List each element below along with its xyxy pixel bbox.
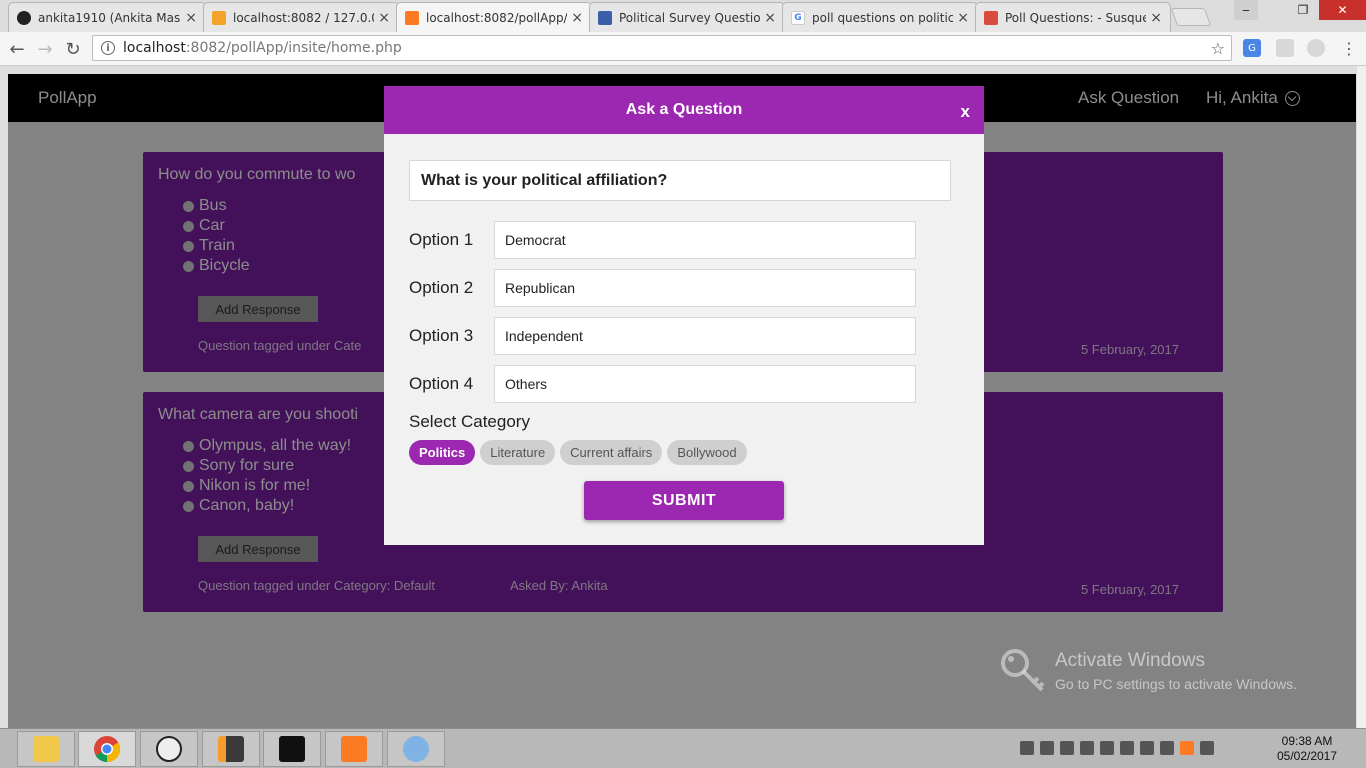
tray-icon[interactable] [1100, 741, 1114, 755]
window-close-icon[interactable]: ✕ [1319, 0, 1366, 20]
tray-icon[interactable] [1080, 741, 1094, 755]
sublime-text-icon [218, 736, 244, 762]
tab-close-icon[interactable]: × [185, 10, 197, 26]
category-chips: Politics Literature Current affairs Boll… [409, 440, 747, 465]
close-icon[interactable]: x [961, 102, 970, 122]
browser-tab-survey[interactable]: Political Survey Question × [589, 2, 785, 32]
info-icon[interactable]: i [101, 41, 115, 55]
modal-header: Ask a Question x [384, 86, 984, 134]
phpmyadmin-icon [212, 10, 226, 25]
tab-close-icon[interactable]: × [764, 10, 776, 26]
option-row: Option 2 [409, 269, 919, 307]
page-scrollbar[interactable] [1356, 66, 1366, 728]
option-label: Option 4 [409, 374, 474, 393]
browser-tab-pollapp[interactable]: localhost:8082/pollApp/i × [396, 2, 592, 32]
github-icon [17, 10, 31, 25]
restore-icon[interactable]: ❐ [1291, 0, 1315, 20]
key-icon [1001, 649, 1045, 692]
option-row: Option 3 [409, 317, 919, 355]
tray-icon[interactable] [1020, 741, 1034, 755]
option-label: Option 1 [409, 230, 474, 249]
taskbar-paint[interactable] [387, 731, 445, 767]
taskbar-xampp[interactable] [325, 731, 383, 767]
option-3-input[interactable] [494, 317, 916, 355]
question-input[interactable] [409, 160, 951, 201]
tab-close-icon[interactable]: × [1150, 10, 1162, 26]
translate-extension-icon[interactable]: G [1243, 39, 1261, 57]
category-label: Select Category [409, 412, 530, 431]
bookmark-star-icon[interactable]: ☆ [1211, 39, 1225, 58]
windows-taskbar: 09:38 AM 05/02/2017 [0, 728, 1366, 768]
browser-tab-google[interactable]: G poll questions on politics × [782, 2, 978, 32]
xampp-tray-icon[interactable] [1180, 741, 1194, 755]
option-row: Option 4 [409, 365, 919, 403]
modal-title: Ask a Question [625, 101, 743, 118]
flag-icon[interactable] [1160, 741, 1174, 755]
tab-close-icon[interactable]: × [571, 10, 583, 26]
tab-close-icon[interactable]: × [378, 10, 390, 26]
submit-button[interactable]: SUBMIT [584, 481, 784, 520]
extension-icon[interactable] [1307, 39, 1325, 57]
clock-date: 05/02/2017 [1276, 749, 1338, 763]
category-chip-current-affairs[interactable]: Current affairs [560, 440, 663, 465]
extension-icon[interactable] [1276, 39, 1294, 57]
google-icon: G [791, 10, 805, 25]
new-tab-button[interactable] [1170, 8, 1212, 26]
battery-icon[interactable] [1060, 741, 1074, 755]
option-label: Option 3 [409, 326, 474, 345]
xampp-icon [341, 736, 367, 762]
chrome-icon [94, 736, 121, 763]
taskbar-cmd[interactable] [263, 731, 321, 767]
taskbar-sublime-text[interactable] [202, 731, 260, 767]
system-tray [1020, 741, 1214, 755]
network-icon[interactable] [1120, 741, 1134, 755]
clock-time: 09:38 AM [1281, 734, 1333, 748]
reload-icon[interactable]: ↻ [62, 38, 84, 60]
option-2-input[interactable] [494, 269, 916, 307]
forward-arrow-icon[interactable]: → [34, 38, 56, 60]
minimize-icon[interactable]: ‒ [1234, 0, 1258, 20]
category-chip-literature[interactable]: Literature [480, 440, 556, 465]
ask-question-modal: Ask a Question x Option 1 Option 2 Optio… [384, 86, 984, 545]
xampp-icon [405, 10, 419, 25]
paint-icon [403, 736, 429, 762]
tray-icon[interactable] [1040, 741, 1054, 755]
browser-tab-susque[interactable]: Poll Questions: - Susque × [975, 2, 1171, 32]
taskbar-chrome[interactable] [78, 731, 136, 767]
file-explorer-icon [33, 736, 59, 762]
browser-tab-github[interactable]: ankita1910 (Ankita Masa × [8, 2, 206, 32]
category-chip-politics[interactable]: Politics [409, 440, 476, 465]
browser-tabstrip: ankita1910 (Ankita Masa × localhost:8082… [0, 0, 1366, 32]
cmd-icon [279, 736, 305, 762]
survey-icon [598, 10, 612, 25]
browser-tab-phpmyadmin[interactable]: localhost:8082 / 127.0.0.1 × [203, 2, 399, 32]
tab-close-icon[interactable]: × [957, 10, 969, 26]
option-label: Option 2 [409, 278, 474, 297]
skull-app-icon [156, 736, 182, 762]
menu-kebab-icon[interactable]: ⋮ [1340, 39, 1358, 58]
address-bar[interactable]: i localhost:8082/pollApp/insite/home.php… [92, 35, 1232, 61]
option-1-input[interactable] [494, 221, 916, 259]
taskbar-skull-app[interactable] [140, 731, 198, 767]
tray-icon[interactable] [1200, 741, 1214, 755]
option-row: Option 1 [409, 221, 919, 259]
site-icon [984, 10, 998, 25]
taskbar-file-explorer[interactable] [17, 731, 75, 767]
volume-icon[interactable] [1140, 741, 1154, 755]
option-4-input[interactable] [494, 365, 916, 403]
category-chip-bollywood[interactable]: Bollywood [667, 440, 747, 465]
taskbar-clock[interactable]: 09:38 AM 05/02/2017 [1272, 734, 1342, 764]
back-arrow-icon[interactable]: ← [6, 38, 28, 60]
